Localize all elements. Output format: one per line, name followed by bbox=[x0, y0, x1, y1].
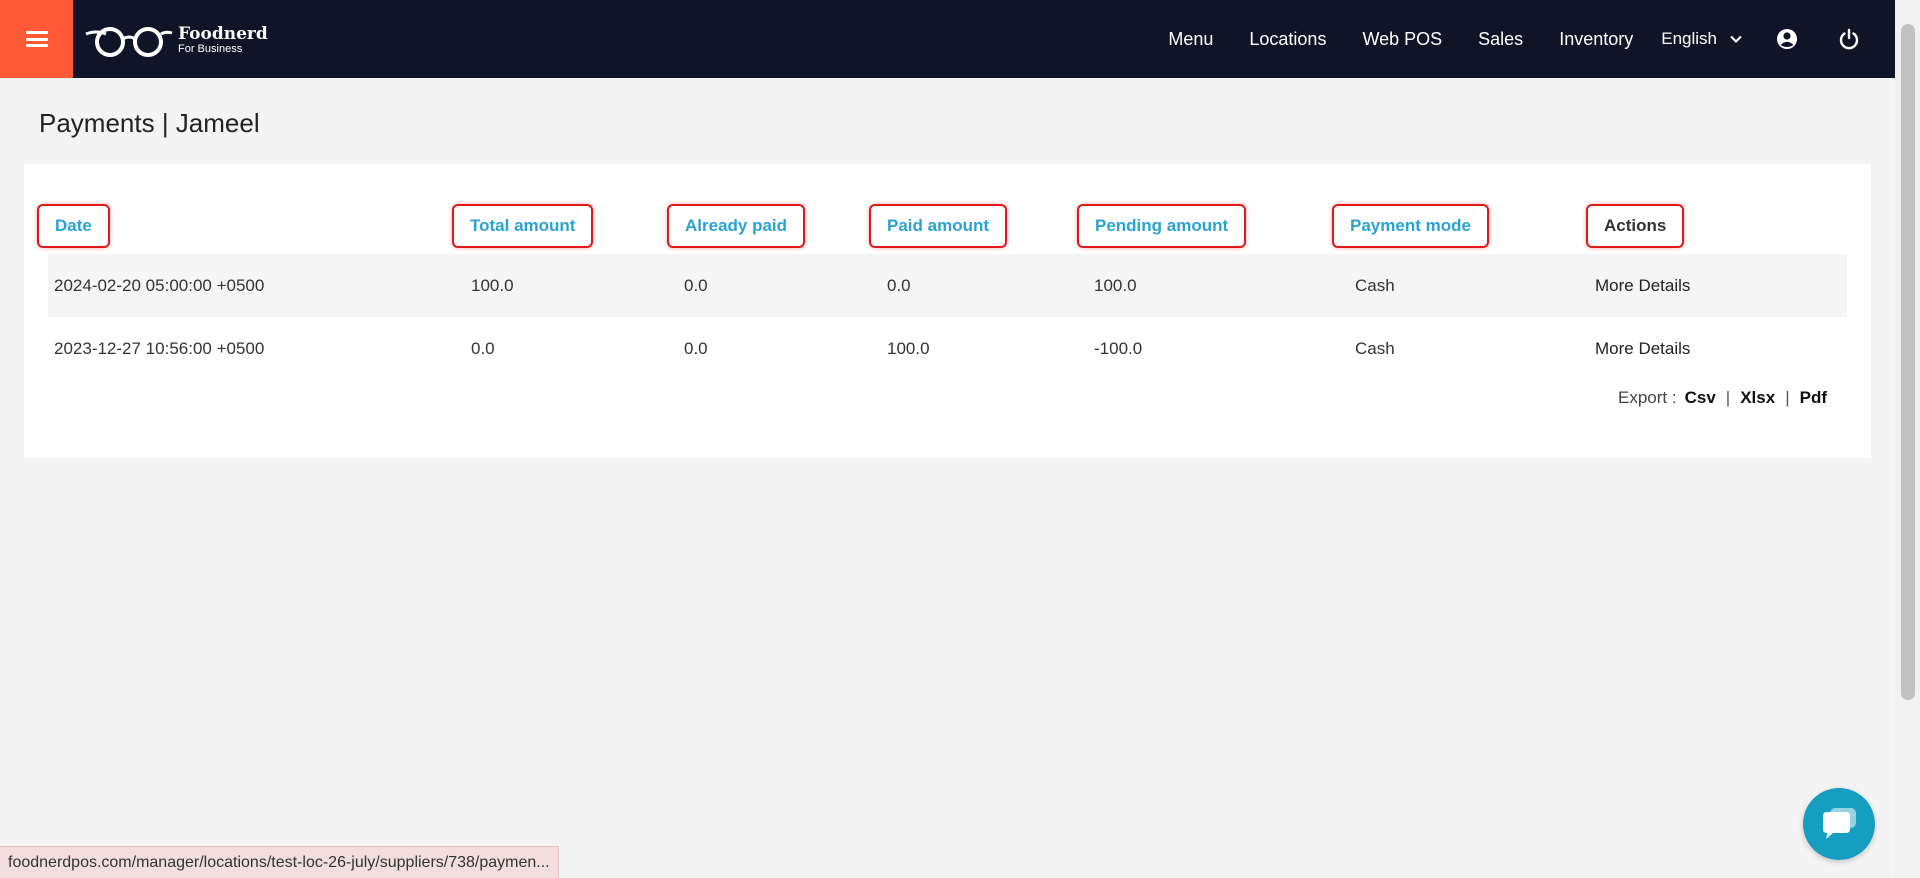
account-icon bbox=[1777, 29, 1797, 49]
power-icon bbox=[1839, 28, 1859, 50]
scrollbar-thumb[interactable] bbox=[1901, 24, 1915, 700]
brand-subtitle: For Business bbox=[178, 42, 243, 55]
payments-table-card: Date Total amount Already paid Paid amou… bbox=[24, 164, 1871, 458]
nav-links: Menu Locations Web POS Sales Inventory E… bbox=[1132, 0, 1895, 78]
more-details-link[interactable]: More Details bbox=[1595, 254, 1690, 317]
cell-already-paid: 0.0 bbox=[684, 275, 708, 295]
brand-name: Foodnerd bbox=[178, 23, 268, 44]
page-title: Payments | Jameel bbox=[39, 108, 260, 138]
nav-link-locations[interactable]: Locations bbox=[1249, 29, 1326, 50]
table-row: 2023-12-27 10:56:00 +0500 0.0 0.0 100.0 … bbox=[48, 317, 1847, 380]
chat-button[interactable] bbox=[1803, 788, 1875, 860]
cell-payment-mode: Cash bbox=[1355, 275, 1395, 295]
menu-toggle-button[interactable] bbox=[0, 0, 73, 78]
column-header-date[interactable]: Date bbox=[37, 204, 110, 248]
column-header-pending-amount[interactable]: Pending amount bbox=[1077, 204, 1247, 248]
cell-pending-amount: -100.0 bbox=[1094, 338, 1143, 358]
language-label: English bbox=[1661, 29, 1717, 48]
brand-logo[interactable]: Foodnerd For Business bbox=[84, 20, 268, 60]
link-status-url: foodnerdpos.com/manager/locations/test-l… bbox=[0, 846, 559, 878]
column-header-paid-amount[interactable]: Paid amount bbox=[869, 204, 1008, 248]
table-row: 2024-02-20 05:00:00 +0500 100.0 0.0 0.0 … bbox=[48, 254, 1847, 317]
export-csv-link[interactable]: Csv bbox=[1685, 388, 1716, 408]
column-header-payment-mode[interactable]: Payment mode bbox=[1332, 204, 1489, 248]
export-pdf-link[interactable]: Pdf bbox=[1800, 388, 1827, 408]
cell-paid-amount: 100.0 bbox=[887, 338, 930, 358]
chat-bubble-icon bbox=[1823, 808, 1856, 839]
cell-payment-mode: Cash bbox=[1355, 338, 1395, 358]
cell-already-paid: 0.0 bbox=[684, 338, 708, 358]
menu-icon bbox=[25, 31, 48, 47]
cell-date: 2023-12-27 10:56:00 +0500 bbox=[54, 338, 265, 358]
export-label: Export : bbox=[1618, 388, 1677, 407]
account-button[interactable] bbox=[1773, 25, 1801, 53]
nav-link-menu[interactable]: Menu bbox=[1168, 29, 1213, 50]
nav-link-web-pos[interactable]: Web POS bbox=[1362, 29, 1442, 50]
top-navbar: Foodnerd For Business Menu Locations Web… bbox=[0, 0, 1895, 78]
nav-link-inventory[interactable]: Inventory bbox=[1559, 29, 1633, 50]
cell-total-amount: 0.0 bbox=[471, 338, 495, 358]
cell-paid-amount: 0.0 bbox=[887, 275, 911, 295]
language-selector[interactable]: English bbox=[1661, 29, 1743, 49]
export-separator: | bbox=[1785, 388, 1790, 407]
glasses-logo-icon bbox=[85, 27, 173, 57]
nav-link-sales[interactable]: Sales bbox=[1478, 29, 1523, 50]
cell-total-amount: 100.0 bbox=[471, 275, 514, 295]
more-details-link[interactable]: More Details bbox=[1595, 317, 1690, 380]
page-scrollbar[interactable] bbox=[1895, 0, 1920, 878]
export-bar: Export : Csv | Xlsx | Pdf bbox=[1618, 388, 1827, 408]
cell-date: 2024-02-20 05:00:00 +0500 bbox=[54, 275, 265, 295]
cell-pending-amount: 100.0 bbox=[1094, 275, 1137, 295]
export-xlsx-link[interactable]: Xlsx bbox=[1740, 388, 1775, 408]
logout-button[interactable] bbox=[1835, 25, 1863, 53]
export-separator: | bbox=[1725, 388, 1731, 407]
chevron-down-icon bbox=[1730, 35, 1742, 43]
column-header-actions: Actions bbox=[1586, 204, 1685, 248]
column-header-total-amount[interactable]: Total amount bbox=[452, 204, 594, 248]
column-header-already-paid[interactable]: Already paid bbox=[667, 204, 806, 248]
